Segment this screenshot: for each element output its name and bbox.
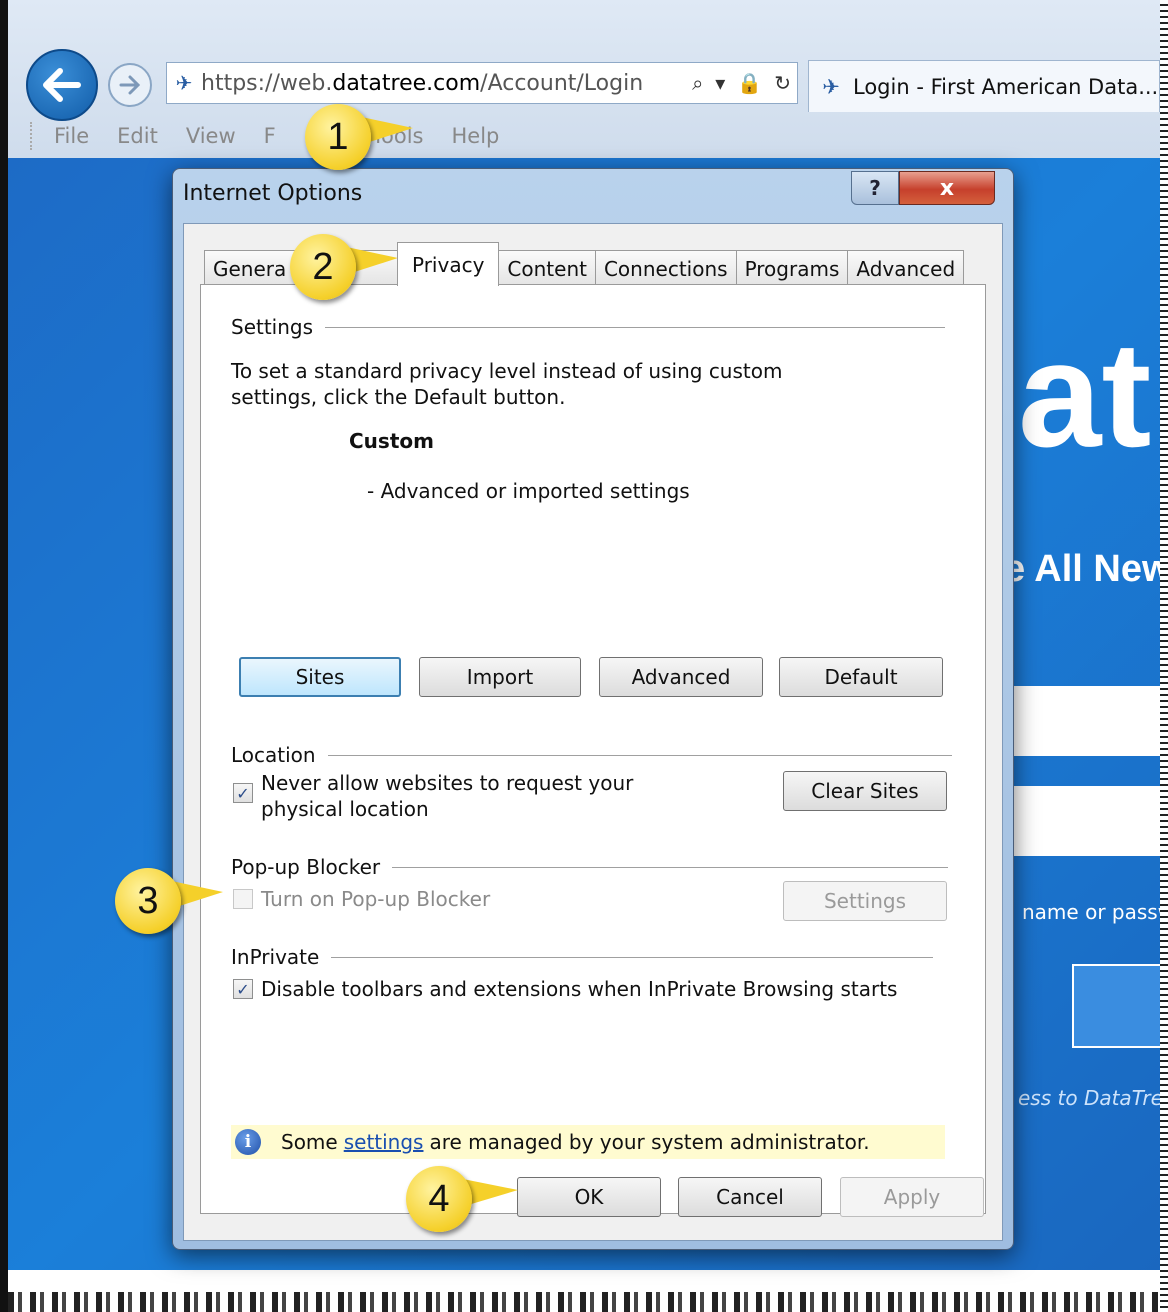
toolbar-grip [30,122,36,150]
page-headline: e All New [1004,548,1160,590]
location-check-line2[interactable]: physical location [261,797,429,821]
inprivate-group: InPrivate [231,945,934,969]
checkmark-icon: ✓ [236,783,250,803]
privacy-panel: Settings To set a standard privacy level… [200,284,986,1214]
info-text-post: are managed by your system administrator… [429,1130,870,1154]
callout-4: 4 [406,1166,518,1232]
divider [392,866,949,868]
tab-programs[interactable]: Programs [735,250,849,286]
default-button[interactable]: Default [779,657,943,697]
inprivate-check-label[interactable]: Disable toolbars and extensions when InP… [261,977,897,1001]
tab-connections[interactable]: Connections [594,250,737,286]
callout-number: 3 [115,868,181,934]
close-button[interactable]: x [899,171,995,205]
clear-sites-button[interactable]: Clear Sites [783,771,947,811]
settings-desc-line1: To set a standard privacy level instead … [231,359,783,383]
tab-content[interactable]: Content [498,250,596,286]
site-logo-icon: ✈ [822,74,840,99]
ok-button[interactable]: OK [517,1177,661,1217]
search-icon[interactable]: ⌕ [686,71,709,95]
inprivate-checkbox[interactable]: ✓ [233,979,253,999]
location-group-label: Location [231,743,316,767]
internet-options-dialog: Internet Options ? x Genera Privacy Cont… [172,168,1014,1250]
divider [325,326,946,328]
callout-1: 1 [305,104,413,170]
address-url: https://web.datatree.com/Account/Login [201,70,644,96]
arrow-left-icon [43,68,81,102]
location-group: Location [231,743,952,767]
menu-edit[interactable]: Edit [117,124,158,148]
privacy-level-name: Custom [349,429,434,453]
callout-number: 1 [305,104,371,170]
menu-view[interactable]: View [186,124,236,148]
info-text-pre: Some [281,1130,338,1154]
settings-desc-line2: settings, click the Default button. [231,385,566,409]
cancel-button[interactable]: Cancel [678,1177,822,1217]
popup-group-label: Pop-up Blocker [231,855,381,879]
popup-group: Pop-up Blocker [231,855,949,879]
privacy-level-desc: - Advanced or imported settings [367,479,690,503]
torn-edge [1160,0,1168,1312]
divider [331,956,934,958]
checkmark-icon: ✓ [236,979,250,999]
refresh-icon[interactable]: ↻ [768,71,797,95]
popup-check-label[interactable]: Turn on Pop-up Blocker [261,887,490,911]
menu-help[interactable]: Help [451,124,499,148]
callout-2: 2 [290,234,398,300]
arrow-right-icon [119,75,141,95]
torn-edge [8,1292,1160,1312]
page-footer-strip [8,1270,1160,1312]
login-button[interactable] [1072,964,1160,1048]
lock-icon[interactable]: 🔒 [731,71,768,95]
menu-favorites[interactable]: F [264,124,276,148]
access-text: ess to DataTree [1018,1086,1160,1110]
location-check-line1[interactable]: Never allow websites to request your [261,771,633,795]
advanced-button[interactable]: Advanced [599,657,763,697]
info-icon: i [235,1129,261,1155]
divider [327,754,952,756]
browser-chrome: ✈ https://web.datatree.com/Account/Login… [8,0,1160,158]
tab-title: Login - First American Data... [853,74,1159,99]
forward-button[interactable] [108,63,152,107]
import-button[interactable]: Import [419,657,581,697]
apply-button[interactable]: Apply [840,1177,984,1217]
callout-3: 3 [115,868,223,934]
dialog-title: Internet Options [183,181,363,206]
admin-info-bar: i Some settings are managed by your syst… [231,1125,945,1159]
popup-settings-button[interactable]: Settings [783,881,947,921]
forgot-hint[interactable]: name or passw [1022,900,1160,924]
password-field[interactable] [1008,786,1160,856]
menu-bar: File Edit View F Tools Help [30,116,1160,156]
dropdown-icon[interactable]: ▾ [709,71,731,95]
settings-group: Settings [231,315,946,339]
help-button[interactable]: ? [851,171,899,205]
inprivate-group-label: InPrivate [231,945,320,969]
settings-link[interactable]: settings [344,1130,424,1154]
tab-advanced[interactable]: Advanced [847,250,965,286]
settings-group-label: Settings [231,315,314,339]
dialog-client: Genera Privacy Content Connections Progr… [183,223,1003,1241]
site-logo-icon: ✈ [175,71,193,95]
browser-tab[interactable]: ✈ Login - First American Data... [808,60,1160,112]
back-button[interactable] [26,49,98,121]
tab-privacy[interactable]: Privacy [397,242,500,286]
callout-number: 4 [406,1166,472,1232]
callout-number: 2 [290,234,356,300]
sites-button[interactable]: Sites [239,657,401,697]
menu-file[interactable]: File [54,124,89,148]
popup-blocker-checkbox[interactable] [233,889,253,909]
window-border [0,0,8,1312]
username-field[interactable] [1008,686,1160,756]
address-bar[interactable]: ✈ https://web.datatree.com/Account/Login… [166,62,798,104]
page-logo-text: at [1018,310,1152,478]
location-checkbox[interactable]: ✓ [233,783,253,803]
